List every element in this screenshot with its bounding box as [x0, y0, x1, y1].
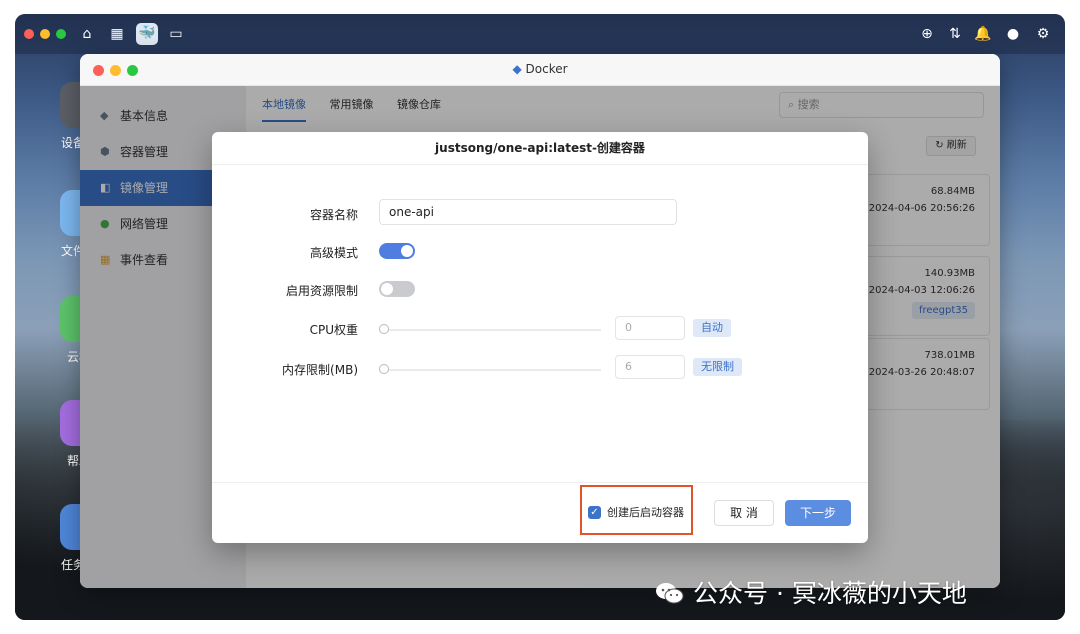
bell-icon[interactable]: 🔔	[973, 24, 993, 44]
docker-app-icon[interactable]: 🐳	[136, 23, 158, 45]
advanced-mode-label: 高级模式	[309, 246, 358, 260]
advanced-mode-toggle[interactable]	[379, 243, 415, 259]
terminal-icon[interactable]: ▭	[166, 24, 186, 44]
memory-limit-input[interactable]: 6	[615, 355, 685, 379]
start-after-create-label: 创建后启动容器	[607, 506, 684, 519]
watermark: 公众号 · 冥冰薇的小天地	[655, 574, 967, 610]
toggle-knob	[401, 245, 413, 257]
container-name-label: 容器名称	[309, 208, 358, 222]
slider-track	[379, 369, 601, 371]
dialog-title: justsong/one-api:latest-创建容器	[212, 132, 868, 165]
start-after-create-checkbox[interactable]: ✓	[588, 506, 601, 519]
create-container-dialog: justsong/one-api:latest-创建容器 容器名称 one-ap…	[212, 132, 868, 543]
slider-handle[interactable]	[379, 324, 389, 334]
window-title-text: Docker	[525, 62, 568, 76]
window-title: ◆ Docker	[80, 62, 1000, 76]
toggle-knob	[381, 283, 393, 295]
cpu-weight-slider[interactable]	[379, 324, 601, 336]
home-icon[interactable]: ⌂	[77, 24, 97, 44]
memory-limit-label: 内存限制(MB)	[282, 363, 358, 377]
apps-grid-icon[interactable]: ▦	[107, 24, 127, 44]
cpu-weight-badge: 自动	[693, 319, 731, 337]
maximize-dot[interactable]	[56, 29, 66, 39]
system-topbar: ⌂ ▦ 🐳 ▭ ⊕ ⇅ 🔔 ● ⚙	[15, 14, 1065, 54]
window-titlebar: ◆ Docker	[80, 54, 1000, 86]
start-after-create-highlight: ✓ 创建后启动容器	[580, 485, 693, 535]
resource-limit-toggle[interactable]	[379, 281, 415, 297]
cpu-weight-label: CPU权重	[309, 323, 358, 337]
next-button[interactable]: 下一步	[785, 500, 851, 526]
wechat-icon	[655, 581, 685, 604]
settings-icon[interactable]: ⚙	[1033, 24, 1053, 44]
user-icon[interactable]: ●	[1003, 24, 1023, 44]
memory-limit-slider[interactable]	[379, 364, 601, 376]
watermark-text: 公众号 · 冥冰薇的小天地	[693, 579, 967, 608]
transfer-icon[interactable]: ⇅	[945, 24, 965, 44]
dialog-footer-divider	[212, 482, 868, 483]
minimize-dot[interactable]	[40, 29, 50, 39]
slider-track	[379, 329, 601, 331]
slider-handle[interactable]	[379, 364, 389, 374]
docker-icon: ◆	[512, 62, 522, 76]
close-dot[interactable]	[24, 29, 34, 39]
network-icon[interactable]: ⊕	[917, 24, 937, 44]
cancel-button[interactable]: 取 消	[714, 500, 774, 526]
resource-limit-label: 启用资源限制	[285, 284, 358, 298]
memory-limit-badge: 无限制	[693, 358, 742, 376]
container-name-input[interactable]: one-api	[379, 199, 677, 225]
cpu-weight-input[interactable]: 0	[615, 316, 685, 340]
